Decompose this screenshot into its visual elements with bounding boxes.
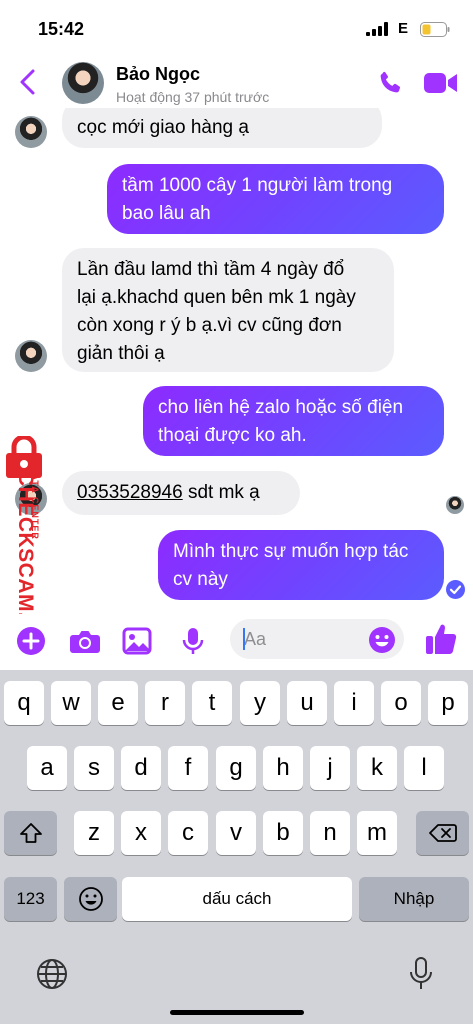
key-e[interactable]: e bbox=[98, 681, 138, 725]
key-z[interactable]: z bbox=[74, 811, 114, 855]
message-text: lại ạ.khachd quen bên mk 1 ngày bbox=[77, 287, 356, 308]
key-a[interactable]: a bbox=[27, 746, 67, 790]
dictation-microphone-icon[interactable] bbox=[408, 956, 434, 992]
contact-active-status: Hoạt động 37 phút trước bbox=[116, 89, 270, 105]
message-text: giản thôi ạ bbox=[77, 343, 165, 364]
message-bubble-incoming[interactable]: Lần đầu lamd thì tầm 4 ngày đổ lại ạ.kha… bbox=[62, 248, 394, 372]
message-text: Mình thực sự muốn hợp tác bbox=[173, 541, 409, 562]
camera-icon[interactable] bbox=[69, 626, 101, 656]
message-text: sdt mk ạ bbox=[182, 482, 260, 503]
key-g[interactable]: g bbox=[216, 746, 256, 790]
backspace-key[interactable] bbox=[416, 811, 469, 855]
key-p[interactable]: p bbox=[428, 681, 468, 725]
delivered-check-icon bbox=[446, 580, 465, 599]
ios-keyboard: q w e r t y u i o p a s d f g h j k l z … bbox=[0, 670, 473, 1024]
key-l[interactable]: l bbox=[404, 746, 444, 790]
key-x[interactable]: x bbox=[121, 811, 161, 855]
key-d[interactable]: d bbox=[121, 746, 161, 790]
message-text: cv này bbox=[173, 569, 228, 590]
status-bar: 15:42 E bbox=[0, 0, 473, 56]
sender-avatar[interactable] bbox=[15, 340, 47, 372]
message-text: cho liên hệ zalo hoặc số điện bbox=[158, 397, 404, 418]
text-caret bbox=[243, 628, 245, 650]
message-text: thoại được ko ah. bbox=[158, 425, 307, 446]
message-bubble-outgoing[interactable]: cho liên hệ zalo hoặc số điện thoại được… bbox=[143, 386, 444, 456]
key-m[interactable]: m bbox=[357, 811, 397, 855]
key-b[interactable]: b bbox=[263, 811, 303, 855]
phone-number-link[interactable]: 0353528946 bbox=[77, 482, 183, 503]
image-icon[interactable] bbox=[122, 626, 152, 656]
key-n[interactable]: n bbox=[310, 811, 350, 855]
numbers-key[interactable]: 123 bbox=[4, 877, 57, 921]
status-time: 15:42 bbox=[38, 19, 85, 39]
message-bubble-incoming[interactable]: 0353528946 sdt mk ạ bbox=[62, 471, 300, 515]
return-key[interactable]: Nhập bbox=[359, 877, 469, 921]
key-i[interactable]: i bbox=[334, 681, 374, 725]
sender-avatar[interactable] bbox=[15, 483, 47, 515]
thumbs-up-icon[interactable] bbox=[425, 622, 457, 656]
shift-arrow-icon bbox=[19, 823, 42, 843]
back-chevron-icon[interactable] bbox=[16, 68, 40, 96]
key-y[interactable]: y bbox=[240, 681, 280, 725]
shift-key[interactable] bbox=[4, 811, 57, 855]
key-v[interactable]: v bbox=[216, 811, 256, 855]
key-k[interactable]: k bbox=[357, 746, 397, 790]
sender-avatar[interactable] bbox=[15, 116, 47, 148]
message-text: Lần đầu lamd thì tầm 4 ngày đổ bbox=[77, 259, 345, 280]
battery-icon bbox=[420, 22, 450, 37]
key-s[interactable]: s bbox=[74, 746, 114, 790]
message-text: cọc mới giao hàng ạ bbox=[77, 117, 249, 138]
message-bubble-outgoing[interactable]: Mình thực sự muốn hợp tác cv này bbox=[158, 530, 444, 600]
emoji-face-icon bbox=[78, 887, 103, 911]
backspace-icon bbox=[428, 824, 457, 842]
message-composer bbox=[0, 614, 473, 670]
globe-icon[interactable] bbox=[36, 958, 68, 990]
home-indicator bbox=[170, 1010, 304, 1015]
emoji-key[interactable] bbox=[64, 877, 117, 921]
network-type: E bbox=[398, 20, 409, 37]
key-j[interactable]: j bbox=[310, 746, 350, 790]
key-w[interactable]: w bbox=[51, 681, 91, 725]
video-camera-icon[interactable] bbox=[424, 71, 458, 95]
microphone-icon[interactable] bbox=[178, 626, 208, 656]
seen-indicator-avatar bbox=[446, 496, 464, 514]
contact-avatar[interactable] bbox=[62, 62, 104, 104]
message-bubble-incoming[interactable]: cọc mới giao hàng ạ bbox=[62, 108, 382, 148]
conversation-header: Bảo Ngọc Hoạt động 37 phút trước bbox=[0, 56, 473, 108]
message-text: bao lâu ah bbox=[122, 203, 211, 224]
signal-icon bbox=[366, 22, 388, 36]
plus-icon[interactable] bbox=[16, 626, 46, 656]
message-text: còn xong r ý b ạ.vì cv cũng đơn bbox=[77, 315, 342, 336]
key-q[interactable]: q bbox=[4, 681, 44, 725]
space-key[interactable]: dấu cách bbox=[122, 877, 352, 921]
message-thread[interactable]: cọc mới giao hàng ạ tầm 1000 cây 1 người… bbox=[0, 108, 473, 614]
key-t[interactable]: t bbox=[192, 681, 232, 725]
key-o[interactable]: o bbox=[381, 681, 421, 725]
message-bubble-outgoing[interactable]: tầm 1000 cây 1 người làm trong bao lâu a… bbox=[107, 164, 444, 234]
key-c[interactable]: c bbox=[168, 811, 208, 855]
key-f[interactable]: f bbox=[168, 746, 208, 790]
message-text: tầm 1000 cây 1 người làm trong bbox=[122, 175, 393, 196]
key-r[interactable]: r bbox=[145, 681, 185, 725]
emoji-icon[interactable] bbox=[368, 626, 396, 654]
contact-name[interactable]: Bảo Ngọc bbox=[116, 64, 200, 85]
phone-icon[interactable] bbox=[376, 69, 404, 97]
key-u[interactable]: u bbox=[287, 681, 327, 725]
key-h[interactable]: h bbox=[263, 746, 303, 790]
